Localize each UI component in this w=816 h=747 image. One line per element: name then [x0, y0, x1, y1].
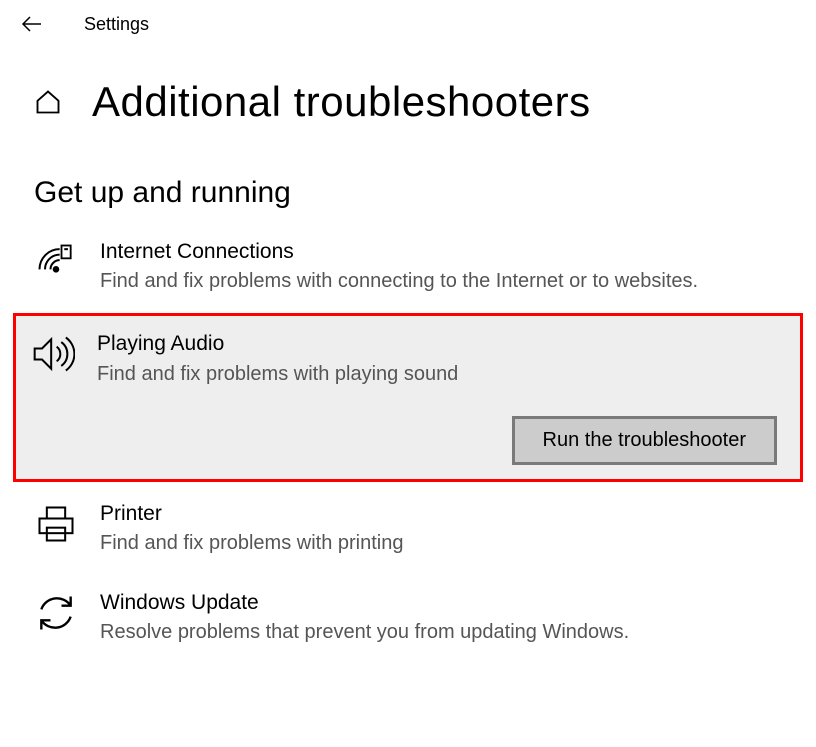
- item-title: Windows Update: [100, 589, 782, 616]
- troubleshooter-item-printer[interactable]: Printer Find and fix problems with print…: [16, 486, 800, 571]
- item-title: Playing Audio: [97, 330, 785, 357]
- item-body: Printer Find and fix problems with print…: [100, 500, 782, 557]
- run-troubleshooter-button[interactable]: Run the troubleshooter: [512, 416, 777, 465]
- item-title: Internet Connections: [100, 238, 782, 265]
- troubleshooter-item-audio[interactable]: Playing Audio Find and fix problems with…: [13, 313, 803, 481]
- troubleshooter-item-internet[interactable]: Internet Connections Find and fix proble…: [16, 224, 800, 309]
- item-desc: Resolve problems that prevent you from u…: [100, 618, 782, 646]
- item-body: Windows Update Resolve problems that pre…: [100, 589, 782, 646]
- back-button[interactable]: [20, 12, 44, 36]
- printer-icon: [34, 500, 78, 544]
- refresh-icon: [34, 589, 78, 633]
- troubleshooter-item-update[interactable]: Windows Update Resolve problems that pre…: [16, 575, 800, 660]
- page-header: Additional troubleshooters: [0, 48, 816, 136]
- top-bar-title: Settings: [84, 14, 149, 35]
- wifi-icon: [34, 238, 78, 282]
- home-icon[interactable]: [34, 88, 62, 116]
- speaker-icon: [31, 330, 75, 374]
- item-body: Playing Audio Find and fix problems with…: [97, 330, 785, 464]
- page-title: Additional troubleshooters: [92, 78, 591, 126]
- item-body: Internet Connections Find and fix proble…: [100, 238, 782, 295]
- section-title: Get up and running: [0, 136, 816, 220]
- item-action-row: Run the troubleshooter: [97, 416, 785, 465]
- top-bar: Settings: [0, 0, 816, 48]
- item-desc: Find and fix problems with printing: [100, 529, 782, 557]
- item-desc: Find and fix problems with connecting to…: [100, 267, 782, 295]
- item-title: Printer: [100, 500, 782, 527]
- item-desc: Find and fix problems with playing sound: [97, 360, 785, 388]
